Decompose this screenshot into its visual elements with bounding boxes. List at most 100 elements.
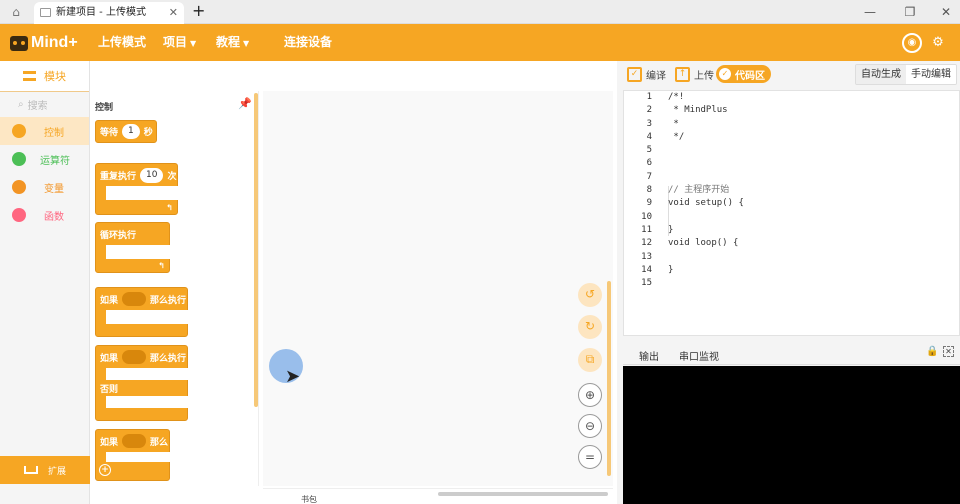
block-workspace[interactable]: ↺ ↻ ⧉ ⊕ ⊖ = bbox=[263, 91, 613, 486]
condition-slot[interactable] bbox=[122, 350, 147, 364]
expand-icon[interactable]: ✕ bbox=[943, 346, 954, 357]
menu-tutorial-label: 教程 bbox=[216, 35, 241, 49]
mode-manual-button[interactable]: 手动编辑 bbox=[906, 65, 956, 84]
code-toolbar: ✓ 编译 ↑ 上传 ✓ 代码区 自动生成 手动编辑 bbox=[617, 61, 960, 89]
zoom-in-icon[interactable]: ⊕ bbox=[578, 383, 602, 407]
upload-label: 上传 bbox=[694, 70, 714, 82]
code-editor[interactable]: 1/*! 2 * MindPlus 3 * 4 */5 6 7 8// 主程序开始 9 void… bbox=[623, 90, 960, 336]
mode-auto-button[interactable]: 自动生成 bbox=[856, 65, 906, 84]
zoom-reset-icon[interactable]: = bbox=[578, 445, 602, 469]
upload-button[interactable]: ↑ 上传 bbox=[675, 65, 714, 83]
wait-seconds-input[interactable]: 1 bbox=[122, 124, 140, 139]
mindplus-logo: Mind+ bbox=[10, 32, 78, 54]
horizontal-scrollbar[interactable] bbox=[438, 492, 608, 496]
extensions-button[interactable]: 扩展 bbox=[0, 456, 90, 484]
tab-output[interactable]: 输出 bbox=[639, 348, 659, 363]
robot-icon[interactable]: ◉ bbox=[902, 33, 922, 53]
workspace-bottom-bar: 书包 bbox=[263, 488, 613, 504]
maximize-button[interactable]: ❐ bbox=[900, 2, 920, 22]
mouse-pointer-icon: ➤ bbox=[285, 366, 301, 387]
search-input[interactable]: ⌕ 搜索 bbox=[0, 92, 89, 117]
code-text: } bbox=[668, 224, 674, 235]
line-number: 8 bbox=[646, 185, 652, 196]
menu-upload-mode[interactable]: 上传模式 bbox=[98, 24, 146, 61]
block-slot bbox=[106, 245, 171, 259]
home-icon[interactable]: ⌂ bbox=[8, 4, 24, 20]
code-text: */ bbox=[668, 131, 685, 142]
block-text: 如果 bbox=[100, 353, 119, 364]
block-repeat[interactable]: 重复执行 10 次 ↰ bbox=[95, 163, 179, 215]
menu-upload-mode-label: 上传模式 bbox=[98, 35, 147, 49]
lock-icon[interactable]: 🔒 bbox=[926, 346, 938, 358]
category-label: 函数 bbox=[44, 211, 64, 223]
line-number: 11 bbox=[641, 224, 652, 235]
logo-text: Mind+ bbox=[31, 34, 78, 51]
block-slot bbox=[106, 310, 189, 324]
code-line: 10 bbox=[624, 211, 959, 224]
chevron-down-icon: ▼ bbox=[190, 39, 197, 48]
code-text: void setup() { bbox=[668, 198, 744, 209]
minimize-button[interactable]: — bbox=[860, 2, 880, 22]
code-text: // 主程序开始 bbox=[668, 185, 730, 196]
block-forever[interactable]: 循环执行 ↰ bbox=[95, 222, 171, 273]
undo-icon[interactable]: ↺ bbox=[578, 283, 602, 307]
browser-tab[interactable]: 新建项目 - 上传模式 ✕ bbox=[34, 2, 184, 24]
pin-icon[interactable]: 📌 bbox=[238, 97, 252, 110]
menu-connect-device[interactable]: 连接设备 bbox=[284, 24, 332, 61]
gear-icon[interactable]: ⚙ bbox=[928, 33, 948, 53]
repeat-count-input[interactable]: 10 bbox=[140, 167, 164, 183]
modules-icon bbox=[23, 71, 36, 81]
block-slot bbox=[106, 368, 189, 380]
line-number: 15 bbox=[641, 278, 652, 289]
category-label: 变量 bbox=[44, 183, 64, 195]
search-placeholder: 搜索 bbox=[27, 101, 48, 112]
code-line: 8 // 主程序开始 bbox=[624, 184, 959, 197]
menu-bar: Mind+ 上传模式 项目 ▼ 教程 ▼ 连接设备 ◉ ⚙ bbox=[0, 24, 960, 61]
search-icon: ⌕ bbox=[18, 99, 24, 110]
code-area-button[interactable]: ✓ 代码区 bbox=[716, 65, 771, 83]
block-if[interactable]: 如果 那么 + bbox=[95, 429, 171, 481]
condition-slot[interactable] bbox=[122, 292, 147, 306]
add-branch-icon[interactable]: + bbox=[99, 464, 111, 476]
tab-serial-monitor[interactable]: 串口监视 bbox=[679, 348, 719, 363]
block-if-then[interactable]: 如果 那么执行 bbox=[95, 287, 189, 337]
line-number: 5 bbox=[646, 145, 652, 156]
redo-icon[interactable]: ↻ bbox=[578, 315, 602, 339]
tab-close-icon[interactable]: ✕ bbox=[169, 2, 178, 24]
compile-button[interactable]: ✓ 编译 bbox=[627, 65, 666, 83]
line-number: 7 bbox=[646, 171, 652, 182]
tab-modules[interactable]: 模块 bbox=[0, 61, 89, 92]
palette-title: 控制 bbox=[95, 103, 114, 113]
line-number: 10 bbox=[641, 211, 652, 222]
category-functions[interactable]: 函数 bbox=[0, 201, 89, 229]
workspace-scrollbar[interactable] bbox=[607, 281, 611, 476]
cleanup-icon[interactable]: ⧉ bbox=[578, 348, 602, 372]
block-text: 等待 bbox=[100, 128, 119, 138]
tab-modules-label: 模块 bbox=[44, 70, 66, 83]
extension-icon bbox=[24, 466, 38, 474]
block-slot bbox=[106, 396, 189, 408]
new-tab-button[interactable]: + bbox=[192, 1, 205, 20]
category-operators[interactable]: 运算符 bbox=[0, 145, 89, 173]
condition-slot[interactable] bbox=[122, 434, 147, 448]
code-line: 9 void setup() { bbox=[624, 197, 959, 210]
menu-tutorial[interactable]: 教程 ▼ bbox=[216, 24, 249, 61]
block-text: 秒 bbox=[143, 128, 153, 138]
code-area-label: 代码区 bbox=[735, 70, 765, 82]
code-line: 11} bbox=[624, 224, 959, 237]
close-window-button[interactable]: ✕ bbox=[936, 2, 956, 22]
menu-project[interactable]: 项目 ▼ bbox=[163, 24, 196, 61]
code-text: /*! bbox=[668, 92, 685, 102]
chevron-down-icon: ▼ bbox=[243, 39, 250, 48]
title-bar: ⌂ 新建项目 - 上传模式 ✕ + — ❐ ✕ bbox=[0, 0, 960, 24]
block-wait[interactable]: 等待 1 秒 bbox=[95, 120, 157, 143]
category-control[interactable]: 控制 bbox=[0, 117, 89, 145]
zoom-out-icon[interactable]: ⊖ bbox=[578, 414, 602, 438]
category-variables[interactable]: 变量 bbox=[0, 173, 89, 201]
check-icon: ✓ bbox=[627, 66, 642, 82]
output-console[interactable] bbox=[623, 366, 960, 504]
code-text: * bbox=[668, 118, 679, 129]
block-if-else[interactable]: 如果 那么执行 否则 bbox=[95, 345, 189, 421]
palette-scrollbar[interactable] bbox=[254, 93, 258, 407]
backpack-label[interactable]: 书包 bbox=[301, 494, 317, 504]
